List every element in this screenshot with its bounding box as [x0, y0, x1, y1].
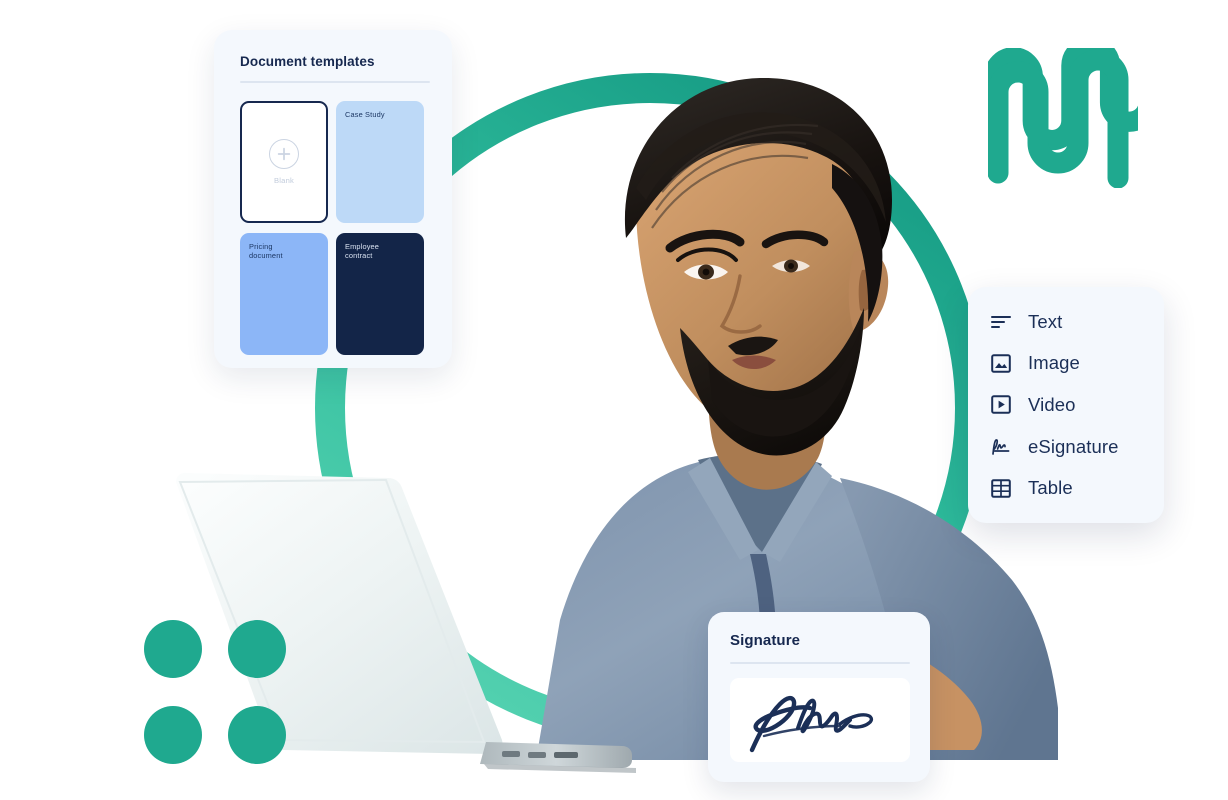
- image-icon: [990, 352, 1012, 374]
- template-card-case-study[interactable]: Case Study: [336, 100, 424, 223]
- insert-block-menu: Text Image Video eSignature Table: [968, 287, 1164, 523]
- menu-item-video[interactable]: Video: [968, 384, 1164, 426]
- signature-card-title: Signature: [730, 632, 801, 649]
- text-lines-icon: [990, 311, 1012, 333]
- dots-decoration: [144, 620, 290, 766]
- pricing-line-1: Pricing: [249, 241, 273, 251]
- template-card-pricing-document[interactable]: Pricing document: [240, 232, 328, 355]
- template-card-blank[interactable]: Blank: [240, 100, 328, 223]
- pricing-line-2: document: [249, 251, 283, 261]
- menu-label-esignature: eSignature: [1028, 435, 1119, 457]
- menu-item-esignature[interactable]: eSignature: [968, 426, 1164, 468]
- employee-line-1: Employee: [345, 241, 380, 251]
- template-card-employee-contract[interactable]: Employee contract: [336, 232, 424, 355]
- menu-label-image: Image: [1028, 352, 1080, 374]
- panel-divider: [240, 81, 430, 83]
- signature-card-divider: [730, 662, 910, 664]
- handwritten-signature-icon: [749, 695, 874, 753]
- plus-circle-icon: [269, 138, 299, 169]
- employee-line-2: contract: [345, 251, 373, 261]
- menu-item-image[interactable]: Image: [968, 343, 1164, 385]
- menu-item-table[interactable]: Table: [968, 467, 1164, 509]
- template-label-employee-contract: Employee contract: [345, 242, 418, 262]
- template-label-pricing-document: Pricing document: [249, 242, 322, 262]
- document-templates-panel: Document templates Blank Case Study Pric…: [214, 30, 452, 368]
- signature-pen-icon: [990, 436, 1012, 458]
- template-label-case-study: Case Study: [345, 109, 385, 119]
- decor-dot: [144, 620, 202, 678]
- menu-item-text[interactable]: Text: [968, 301, 1164, 343]
- menu-label-text: Text: [1028, 310, 1063, 332]
- menu-label-video: Video: [1028, 393, 1076, 415]
- table-grid-icon: [990, 477, 1012, 499]
- video-play-icon: [990, 394, 1012, 416]
- template-grid: Blank Case Study Pricing document Employe…: [240, 100, 430, 355]
- menu-label-table: Table: [1028, 477, 1073, 499]
- signature-pad[interactable]: [730, 678, 910, 762]
- decor-dot: [228, 706, 286, 764]
- hero-illustration: Document templates Blank Case Study Pric…: [0, 0, 1228, 800]
- signature-card: Signature: [708, 612, 930, 782]
- decor-dot: [144, 706, 202, 764]
- panel-title: Document templates: [240, 54, 375, 69]
- decor-dot: [228, 620, 286, 678]
- template-label-blank: Blank: [274, 175, 294, 185]
